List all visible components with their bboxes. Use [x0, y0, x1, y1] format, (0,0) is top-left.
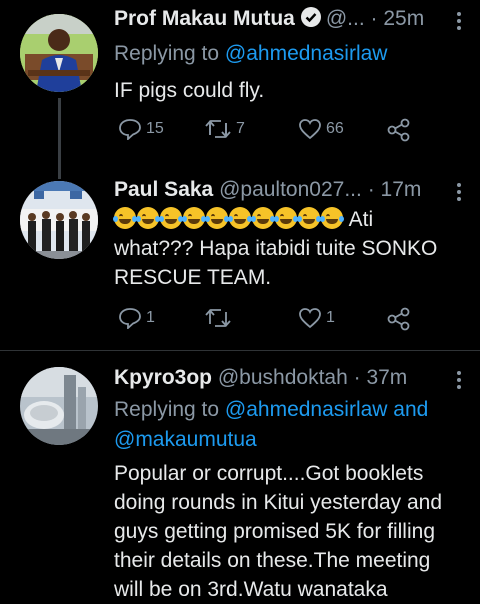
rolling-on-floor-laughing-emoji: [136, 207, 160, 229]
verified-icon: [300, 6, 322, 35]
avatar[interactable]: [20, 181, 98, 259]
user-handle[interactable]: @...: [326, 7, 365, 30]
reply-count: 15: [146, 120, 164, 137]
replying-to: Replying to @ahmednasirlaw: [114, 42, 388, 65]
display-name[interactable]: Prof Makau Mutua: [114, 7, 295, 30]
rolling-on-floor-laughing-emoji: [251, 207, 275, 229]
reply-icon: [118, 307, 142, 329]
rolling-on-floor-laughing-emoji: [113, 207, 137, 229]
emoji-row: [113, 207, 344, 231]
avatar[interactable]: [20, 367, 98, 445]
tweet-text: Popular or corrupt....Got booklets doing…: [114, 462, 443, 601]
thread-line: [58, 98, 61, 166]
avatar[interactable]: [20, 14, 98, 92]
share-button[interactable]: [386, 307, 412, 331]
more-icon[interactable]: [456, 371, 462, 392]
rolling-on-floor-laughing-emoji: [320, 207, 344, 229]
rolling-on-floor-laughing-emoji: [297, 207, 321, 229]
user-handle[interactable]: @bushdoktah: [218, 366, 348, 389]
rolling-on-floor-laughing-emoji: [159, 207, 183, 229]
share-icon: [386, 307, 412, 331]
tweet-text-first-line: Ati: [113, 205, 474, 234]
timestamp[interactable]: · 25m: [371, 7, 425, 30]
user-handle[interactable]: @paulton027...: [219, 178, 362, 201]
tweet-text: what??? Hapa itabidi tuite SONKO RESCUE …: [114, 237, 438, 289]
display-name[interactable]: Kpyro3op: [114, 366, 212, 389]
like-count: 1: [326, 309, 335, 326]
like-button[interactable]: 1: [298, 307, 335, 329]
reply-mention-link[interactable]: @ahmednasirlaw: [225, 42, 388, 65]
tweet-text: IF pigs could fly.: [114, 79, 265, 102]
rolling-on-floor-laughing-emoji: [205, 207, 229, 229]
more-icon[interactable]: [456, 12, 462, 33]
reply-button[interactable]: 1: [118, 307, 155, 329]
rolling-on-floor-laughing-emoji: [182, 207, 206, 229]
more-icon[interactable]: [456, 183, 462, 204]
tweet-header: Kpyro3op @bushdoktah · 37m: [114, 365, 407, 391]
like-icon: [298, 307, 322, 329]
tweet-header: Prof Makau Mutua @... · 25m: [114, 6, 424, 35]
reply-icon: [118, 118, 142, 140]
rolling-on-floor-laughing-emoji: [274, 207, 298, 229]
retweet-button[interactable]: [204, 307, 236, 329]
thread-line: [58, 165, 61, 179]
reply-button[interactable]: 15: [118, 118, 164, 140]
retweet-icon: [204, 118, 232, 140]
display-name[interactable]: Paul Saka: [114, 178, 213, 201]
replying-to: Replying to @ahmednasirlaw and @makaumut…: [114, 398, 429, 451]
tweet-1[interactable]: Prof Makau Mutua @... · 25m Replying to @…: [0, 0, 480, 166]
tweet-2[interactable]: Paul Saka @paulton027... · 17m Ati what?…: [0, 165, 480, 350]
timestamp[interactable]: · 37m: [354, 366, 408, 389]
like-button[interactable]: 66: [298, 118, 344, 140]
rolling-on-floor-laughing-emoji: [228, 207, 252, 229]
tweet-3[interactable]: Kpyro3op @bushdoktah · 37m Replying to @…: [0, 351, 480, 601]
retweet-button[interactable]: 7: [204, 118, 245, 140]
reply-count: 1: [146, 309, 155, 326]
share-button[interactable]: [386, 118, 412, 142]
like-icon: [298, 118, 322, 140]
timestamp[interactable]: · 17m: [368, 178, 422, 201]
tweet-header: Paul Saka @paulton027... · 17m: [114, 177, 421, 203]
retweet-icon: [204, 307, 232, 329]
share-icon: [386, 118, 412, 142]
like-count: 66: [326, 120, 344, 137]
retweet-count: 7: [236, 120, 245, 137]
